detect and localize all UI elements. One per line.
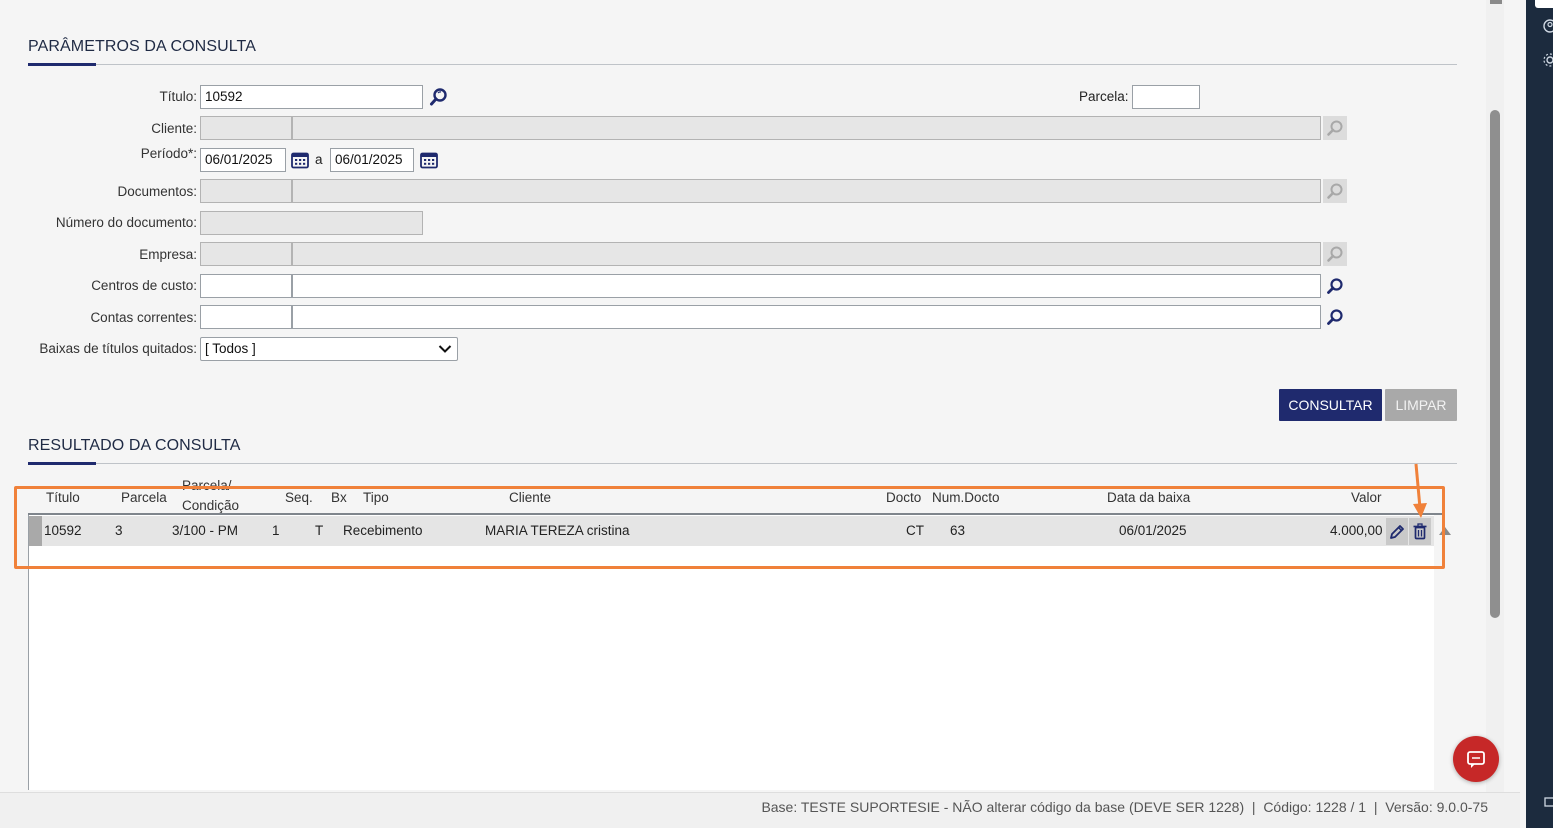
empresa-code-input — [200, 242, 292, 266]
search-icon — [1327, 120, 1343, 136]
calendar-icon — [420, 152, 438, 169]
empresa-search-button — [1323, 242, 1347, 266]
contas-correntes-label: Contas correntes: — [90, 310, 197, 325]
search-icon — [1327, 183, 1343, 199]
results-section-rule — [28, 462, 1457, 465]
params-section-title: PARÂMETROS DA CONSULTA — [28, 38, 257, 55]
documentos-search-button — [1323, 179, 1347, 203]
centros-custo-code-input[interactable] — [200, 274, 292, 298]
search-icon — [1327, 246, 1343, 262]
empresa-label: Empresa: — [139, 247, 197, 262]
documentos-name-input — [292, 179, 1321, 203]
params-section-rule — [28, 63, 1457, 66]
numero-documento-input — [200, 211, 423, 235]
exit-icon[interactable] — [1542, 796, 1553, 808]
highlight-box — [14, 486, 1445, 569]
status-text: Base: TESTE SUPORTESIE - NÃO alterar cód… — [761, 799, 1488, 815]
titulo-label: Título: — [159, 89, 197, 104]
consultar-button[interactable]: CONSULTAR — [1279, 389, 1382, 421]
contas-correntes-search-button[interactable] — [1323, 305, 1347, 329]
periodo-from-input[interactable]: 06/01/2025 — [200, 148, 286, 172]
search-icon — [1327, 309, 1343, 325]
results-section-title: RESULTADO DA CONSULTA — [28, 437, 241, 454]
arrow-annotation — [1413, 463, 1427, 518]
baixas-select-value: [ Todos ] — [205, 341, 256, 356]
numero-documento-label: Número do documento: — [55, 215, 197, 230]
centros-custo-name-input[interactable] — [292, 274, 1321, 298]
contas-correntes-code-input[interactable] — [200, 305, 292, 329]
cliente-label: Cliente: — [151, 121, 197, 136]
titulo-search-button[interactable] — [427, 85, 451, 109]
user-icon[interactable] — [1542, 18, 1553, 34]
empresa-name-input — [292, 242, 1321, 266]
sidebar-active-tab[interactable] — [1535, 0, 1553, 8]
page-scrollbar-thumb[interactable] — [1490, 110, 1500, 618]
search-icon — [430, 88, 447, 106]
gear-icon[interactable] — [1542, 52, 1553, 68]
parcela-input[interactable] — [1132, 85, 1200, 109]
search-icon — [1327, 278, 1343, 294]
periodo-to-calendar-button[interactable] — [417, 148, 441, 172]
documentos-label: Documentos: — [117, 184, 197, 199]
periodo-label: Período*: — [140, 146, 197, 161]
cliente-code-input — [200, 116, 292, 140]
centros-custo-label: Centros de custo: — [91, 278, 197, 293]
documentos-code-input — [200, 179, 292, 203]
baixas-label: Baixas de títulos quitados: — [39, 341, 197, 356]
page-scrollbar-track[interactable] — [1486, 0, 1504, 792]
cliente-name-input — [292, 116, 1321, 140]
periodo-to-input[interactable]: 06/01/2025 — [330, 148, 414, 172]
centros-custo-search-button[interactable] — [1323, 274, 1347, 298]
periodo-from-calendar-button[interactable] — [288, 148, 312, 172]
chevron-down-icon — [438, 345, 452, 353]
titulo-input[interactable]: 10592 — [200, 85, 423, 109]
periodo-separator: a — [315, 152, 323, 167]
chat-button[interactable] — [1453, 736, 1499, 782]
contas-correntes-name-input[interactable] — [292, 305, 1321, 329]
cliente-search-button — [1323, 116, 1347, 140]
chat-icon — [1467, 751, 1485, 768]
limpar-button[interactable]: LIMPAR — [1385, 389, 1457, 421]
baixas-select[interactable]: [ Todos ] — [200, 337, 458, 361]
calendar-icon — [291, 152, 309, 169]
right-sidebar — [1526, 0, 1553, 828]
page-scroll-up-indicator[interactable] — [1490, 0, 1502, 4]
parcela-label: Parcela: — [1079, 89, 1129, 104]
